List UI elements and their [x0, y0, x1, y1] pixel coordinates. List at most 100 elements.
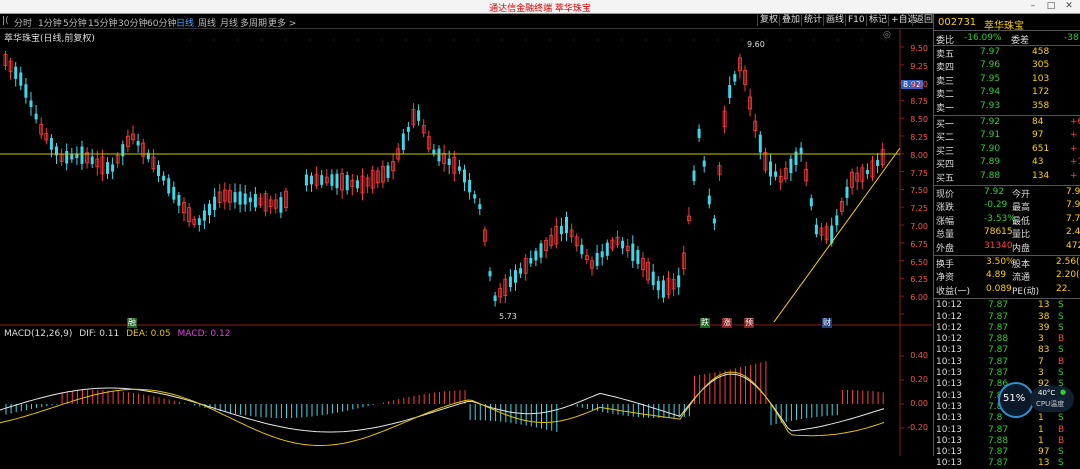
mark-button[interactable]: 标记 — [866, 15, 889, 26]
tick-row: 10:13 7.88 1 B — [936, 435, 1065, 446]
period-weekly[interactable]: 周线 — [198, 16, 216, 29]
candle-body — [417, 110, 421, 121]
chart-title: 萃华珠宝(日线,前复权) — [4, 34, 95, 44]
candle-body — [529, 257, 533, 264]
candle-body — [432, 149, 436, 154]
period-daily[interactable]: 日线 — [176, 16, 194, 29]
f10-button[interactable]: F10 — [845, 15, 867, 26]
cpu-gauge[interactable]: 51% 40°C ● CPU温度 — [998, 380, 1080, 420]
macd-tick: 0.40 — [910, 351, 928, 360]
price-tick: 6.50 — [910, 257, 928, 267]
tick-row: 10:13 7.87 7 B — [936, 356, 1065, 367]
buy-level: 买三 7.90 651 + — [936, 143, 1078, 157]
candle-body — [19, 72, 23, 86]
candle-body — [202, 210, 206, 221]
candle-body — [136, 141, 140, 146]
macd-legend: MACD(12,26,9) DIF: 0.11 DEA: 0.05 MACD: … — [4, 329, 234, 339]
marker-finance[interactable]: 财 — [822, 318, 832, 328]
draw-line-button[interactable]: 画线 — [823, 15, 846, 26]
sell-level: 卖三 7.95 103 — [936, 73, 1050, 87]
price-tick: 6.00 — [910, 293, 928, 303]
marker-forecast[interactable]: 预 — [744, 318, 754, 328]
candle-body — [789, 158, 793, 174]
candle-body — [493, 295, 497, 302]
price-tick: 8.25 — [910, 133, 928, 142]
macd-tick: -0.20 — [907, 423, 928, 432]
candle-body — [463, 169, 466, 183]
candle-body — [386, 165, 390, 179]
dea-label: DEA: 0.05 — [126, 329, 171, 339]
candle-body — [580, 244, 584, 255]
sell-level: 卖二 7.94 172 — [936, 87, 1050, 101]
cpu-temp: 40°C — [1038, 389, 1056, 397]
period-15min[interactable]: 15分钟 — [88, 16, 117, 29]
candle-body — [233, 192, 237, 203]
candle-body — [636, 250, 640, 264]
tick-row: 10:13 7.87 1 B — [936, 424, 1065, 435]
stat-row: 涨跌 -0.29 最高 7.9 — [936, 200, 1080, 214]
price-tick: 6.75 — [910, 239, 928, 249]
macd-tick: 0.20 — [910, 375, 928, 384]
tick-row: 10:12 7.87 38 S — [936, 311, 1064, 322]
tick-row: 10:12 7.87 39 S — [936, 322, 1064, 333]
tick-row: 10:13 7.87 3 S — [936, 368, 1064, 378]
back-button[interactable]: 返回 — [912, 15, 935, 26]
price-tick: 7.50 — [910, 186, 928, 196]
candle-body — [106, 162, 109, 174]
cpu-usage: 51% — [1003, 393, 1026, 404]
dif-label: DIF: 0.11 — [79, 329, 120, 339]
dif-line — [0, 373, 885, 433]
candle-body — [809, 198, 813, 207]
weibi-row: 委比 -16.09% 委差 -38 — [936, 33, 1079, 46]
marker-margin[interactable]: 融 — [127, 318, 137, 328]
period-60min[interactable]: 60分钟 — [147, 16, 176, 29]
period-tick[interactable]: 分时 — [14, 16, 32, 29]
stat-row: 净资 4.89 流通 2.20( — [936, 270, 1080, 284]
candle-body — [253, 194, 257, 208]
candle-body — [697, 128, 701, 138]
candle-body — [559, 225, 563, 235]
stock-code[interactable]: 002731 — [938, 17, 976, 28]
maximize-button[interactable]: □ — [1044, 0, 1058, 13]
stat-row: 换手 3.50% 股本 2.56( — [936, 257, 1080, 270]
candle-body — [111, 164, 115, 172]
high-price-label: 9.60 — [747, 40, 765, 49]
tick-row: 10:13 7.87 13 S — [936, 458, 1064, 469]
kline-chart[interactable] — [0, 29, 932, 456]
candle-body — [330, 174, 334, 186]
toolbar-back-icon[interactable]: |⟨ — [2, 16, 9, 26]
tick-row: 10:13 7.87 83 S — [936, 345, 1064, 356]
period-1min[interactable]: 1分钟 — [38, 16, 62, 29]
candle-body — [651, 271, 655, 286]
minimize-button[interactable]: – — [1026, 0, 1040, 13]
candle-body — [320, 175, 324, 185]
chart-settings-icon[interactable]: ◎ — [883, 30, 891, 40]
candle-body — [208, 203, 211, 216]
tick-row: 10:12 7.87 13 S — [936, 300, 1064, 311]
stats-button[interactable]: 统计 — [801, 15, 824, 26]
candle-body — [406, 127, 410, 132]
candle-body — [167, 178, 171, 194]
candle-body — [310, 175, 313, 185]
period-monthly[interactable]: 月线 — [220, 16, 238, 29]
marker-rise[interactable]: 涨 — [722, 318, 732, 328]
candle-body — [304, 174, 308, 186]
candle-body — [401, 133, 405, 150]
overlay-button[interactable]: 叠加 — [779, 15, 802, 26]
stat-row: 涨幅 -3.53% 最低 7.7 — [936, 213, 1080, 227]
period-more[interactable]: 更多 > — [268, 16, 296, 29]
chart-grid — [0, 29, 932, 456]
restore-rights-button[interactable]: 复权 — [757, 15, 780, 26]
candle-body — [621, 240, 625, 249]
period-30min[interactable]: 30分钟 — [118, 16, 147, 29]
price-tick: 8.50 — [910, 115, 928, 125]
candle-body — [707, 195, 711, 205]
price-tick: 7.25 — [910, 204, 928, 214]
marker-fall[interactable]: 跌 — [700, 318, 710, 328]
period-5min[interactable]: 5分钟 — [63, 16, 87, 29]
period-multi[interactable]: 多周期 — [240, 16, 267, 29]
close-button[interactable]: ✕ — [1062, 0, 1076, 13]
candle-body — [799, 147, 803, 154]
price-tick: 8.75 — [910, 97, 928, 107]
sell-level: 卖五 7.97 458 — [936, 47, 1050, 60]
